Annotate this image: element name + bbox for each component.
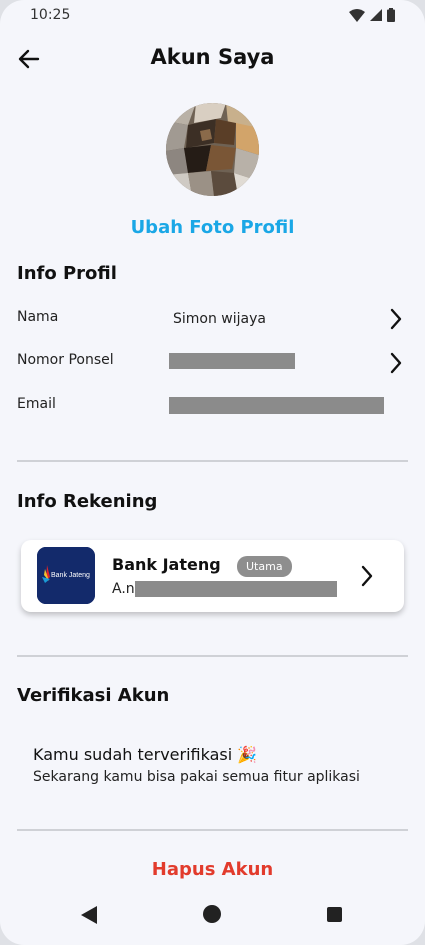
status-time: 10:25 (30, 7, 71, 23)
field-value-nama: Simon wijaya (173, 311, 266, 327)
status-icons (349, 8, 395, 22)
nav-back-icon[interactable] (80, 905, 98, 925)
bank-account-card[interactable]: Bank Jateng Bank Jateng Utama A.n (21, 540, 404, 612)
verifikasi-akun-title: Verifikasi Akun (17, 685, 170, 706)
nav-home-icon[interactable] (203, 905, 221, 923)
chevron-right-icon[interactable] (389, 308, 403, 330)
nav-recents-icon[interactable] (327, 907, 342, 922)
field-label-nama: Nama (17, 309, 59, 325)
profile-avatar[interactable] (166, 103, 259, 196)
primary-badge: Utama (237, 556, 292, 577)
divider (17, 655, 408, 657)
chevron-right-icon[interactable] (360, 565, 374, 587)
bank-name: Bank Jateng (112, 555, 221, 574)
delete-account-button[interactable]: Hapus Akun (0, 859, 425, 880)
field-label-nomor-ponsel: Nomor Ponsel (17, 352, 114, 368)
divider (17, 829, 408, 831)
verification-description: Sekarang kamu bisa pakai semua fitur apl… (33, 769, 360, 785)
bank-account-holder: A.n (112, 581, 135, 597)
phone-screen: 10:25 Akun Saya Ubah Foto Profil Info Pr… (0, 0, 425, 945)
info-profil-title: Info Profil (17, 263, 117, 284)
status-bar: 10:25 (0, 0, 425, 30)
battery-icon (387, 8, 395, 22)
chevron-right-icon[interactable] (389, 352, 403, 374)
wifi-icon (349, 8, 365, 22)
system-nav-bar (0, 895, 425, 945)
email-redacted (169, 397, 384, 414)
field-label-email: Email (17, 396, 56, 412)
info-rekening-title: Info Rekening (17, 491, 158, 512)
phone-number-redacted (169, 353, 295, 369)
bank-logo-text: Bank Jateng (51, 572, 90, 579)
account-holder-redacted (135, 581, 337, 597)
avatar-image (166, 103, 259, 196)
page-title: Akun Saya (150, 45, 275, 69)
signal-icon (370, 9, 382, 21)
verification-status: Kamu sudah terverifikasi 🎉 (33, 745, 258, 764)
app-bar: Akun Saya (0, 36, 425, 82)
account-holder-prefix: A.n (112, 581, 135, 597)
change-photo-link[interactable]: Ubah Foto Profil (0, 217, 425, 238)
divider (17, 460, 408, 462)
bank-jateng-logo: Bank Jateng (37, 547, 95, 604)
